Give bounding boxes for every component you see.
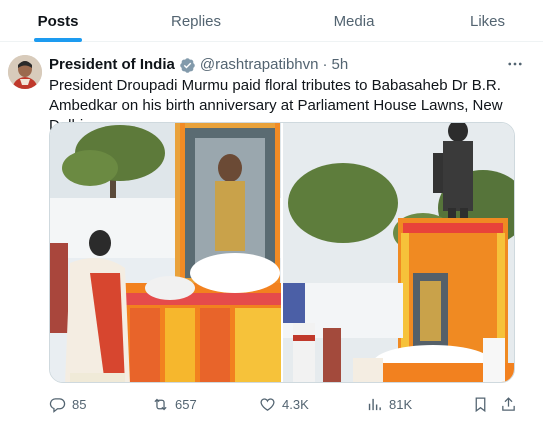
more-icon[interactable] <box>505 54 525 74</box>
bookmark-button[interactable] <box>472 394 489 414</box>
tab-replies[interactable]: Replies <box>116 0 276 42</box>
share-button[interactable] <box>500 394 517 414</box>
tweet-photo-2[interactable] <box>282 123 514 382</box>
author-name[interactable]: President of India <box>49 56 175 74</box>
bookmark-icon <box>475 396 486 412</box>
tab-replies-label: Replies <box>170 12 222 30</box>
tab-posts[interactable]: Posts <box>0 0 116 42</box>
tab-posts-label: Posts <box>37 12 79 30</box>
tweet-photo-1[interactable] <box>50 123 281 382</box>
view-count: 81K <box>389 396 413 412</box>
tweet[interactable]: President of India @rashtrapatibhvn · 5h… <box>0 43 543 426</box>
author-handle[interactable]: @rashtrapatibhvn <box>200 56 319 74</box>
like-icon <box>260 397 275 411</box>
share-icon <box>502 396 515 411</box>
timestamp[interactable]: 5h <box>331 56 348 74</box>
like-button[interactable]: 4.3K <box>259 394 309 414</box>
verified-badge-icon <box>179 57 196 74</box>
tab-media[interactable]: Media <box>276 0 432 42</box>
reply-icon <box>49 397 66 413</box>
reply-button[interactable]: 85 <box>49 394 86 414</box>
separator: · <box>322 56 328 73</box>
tweet-header: President of India @rashtrapatibhvn · 5h <box>49 56 348 74</box>
views-button[interactable]: 81K <box>366 394 412 414</box>
active-tab-indicator <box>34 38 82 42</box>
profile-tabs: Posts Replies Media Likes <box>0 0 543 42</box>
tab-media-label: Media <box>333 12 375 30</box>
avatar[interactable] <box>8 55 42 89</box>
reply-count: 85 <box>72 396 87 412</box>
repost-count: 657 <box>175 396 197 412</box>
views-icon <box>368 398 381 410</box>
tab-likes[interactable]: Likes <box>432 0 543 42</box>
tab-likes-label: Likes <box>469 12 506 30</box>
like-count: 4.3K <box>282 396 309 412</box>
repost-icon <box>154 398 167 410</box>
repost-button[interactable]: 657 <box>152 394 197 414</box>
tweet-actions: 85 657 4.3K 81K <box>49 394 519 414</box>
tweet-media[interactable] <box>49 122 515 383</box>
